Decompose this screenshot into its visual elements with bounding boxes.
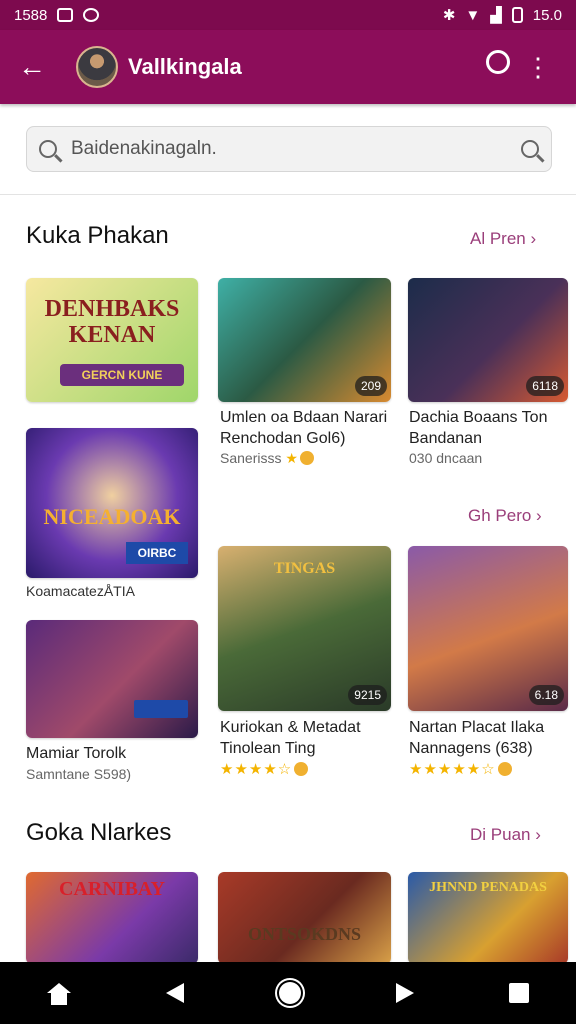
game-card[interactable]: 209: [218, 278, 391, 402]
card-badge: 6.18: [528, 685, 564, 705]
game-card[interactable]: 6118: [408, 278, 568, 402]
home-icon[interactable]: [47, 983, 72, 1005]
search-icon[interactable]: [478, 49, 518, 83]
search-input[interactable]: [69, 137, 521, 161]
card-badge: 209: [354, 376, 387, 396]
page-title: Vallkingala: [128, 54, 242, 79]
card-art-banner: OIRBC: [126, 542, 188, 564]
card-title: Dachia Boaans Ton Bandanan: [409, 409, 548, 447]
game-card[interactable]: ONTSOKDNS: [218, 872, 391, 964]
status-clock: 15.0: [532, 6, 562, 24]
bluetooth-icon: ✱: [442, 7, 456, 24]
app-bar: ← Vallkingala ⋮: [0, 30, 576, 104]
card-subtitle: 030 dncaan: [409, 450, 483, 466]
game-card[interactable]: CARNIBAY: [26, 872, 198, 964]
notification-icon: [83, 8, 100, 22]
avatar[interactable]: [76, 46, 118, 88]
card-caption: KoamacatezÅTIA: [26, 583, 135, 599]
status-time: 1588: [14, 6, 48, 24]
home-button-icon[interactable]: [278, 982, 301, 1004]
game-card[interactable]: JHNND PENADAS: [408, 872, 568, 964]
card-subtitle: Sanerisss ★: [220, 450, 314, 467]
game-card[interactable]: [26, 620, 198, 738]
search-submit-icon[interactable]: [521, 140, 539, 158]
card-subtitle: Samntane S598): [26, 766, 132, 782]
rating-stars: ★★★★☆: [220, 760, 309, 778]
section-title: Kuka Phakan: [26, 222, 169, 249]
search-icon: [39, 140, 57, 158]
see-more-link[interactable]: Gh Pero ›: [468, 506, 542, 526]
card-art-title: NICEADOAK: [43, 504, 181, 529]
signal-icon: ▟: [490, 7, 502, 24]
wifi-icon: ▼: [465, 6, 481, 24]
section-title: Goka Nlarkes: [26, 819, 172, 846]
card-title: Kuriokan & Metadat Tinolean Ting: [220, 719, 361, 757]
card-art-banner: GERCN KUNE: [60, 364, 184, 386]
game-card[interactable]: TINGAS 9215: [218, 546, 391, 711]
gallery-icon: [57, 8, 74, 22]
back-arrow-icon[interactable]: ←: [18, 53, 54, 81]
game-card[interactable]: DENHBAKS KENAN GERCN KUNE: [26, 278, 198, 402]
game-card[interactable]: 6.18: [408, 546, 568, 711]
battery-icon: [511, 7, 523, 23]
card-art-banner: [134, 700, 188, 718]
card-art-title: CARNIBAY: [59, 878, 165, 900]
see-more-link[interactable]: Al Pren ›: [470, 229, 536, 249]
game-card[interactable]: NICEADOAK OIRBC: [26, 428, 198, 578]
forward-icon[interactable]: [395, 983, 414, 1003]
more-options-icon[interactable]: ⋮: [518, 52, 558, 83]
recents-icon[interactable]: [508, 983, 529, 1003]
card-art-title: JHNND PENADAS: [429, 880, 547, 895]
see-more-link[interactable]: Di Puan ›: [470, 825, 541, 845]
search-area: [0, 104, 576, 195]
rating-stars: ★★★★★☆: [409, 760, 512, 778]
card-title: Umlen oa Bdaan Narari Renchodan Gol6): [220, 409, 388, 447]
card-title: Nartan Placat Ilaka Nannagens (638): [409, 719, 545, 757]
card-badge: 9215: [348, 685, 387, 705]
navigation-bar: [0, 962, 576, 1024]
card-art-title: TINGAS: [273, 560, 336, 577]
card-art-title: DENHBAKS KENAN: [44, 296, 180, 348]
card-title: Mamiar Torolk: [26, 745, 127, 762]
search-bar: [26, 126, 552, 172]
status-bar: 1588 ✱ ▼ ▟ 15.0: [0, 0, 576, 30]
back-icon[interactable]: [166, 983, 185, 1003]
card-badge: 6118: [526, 376, 564, 396]
card-art-title: ONTSOKDNS: [247, 924, 362, 944]
